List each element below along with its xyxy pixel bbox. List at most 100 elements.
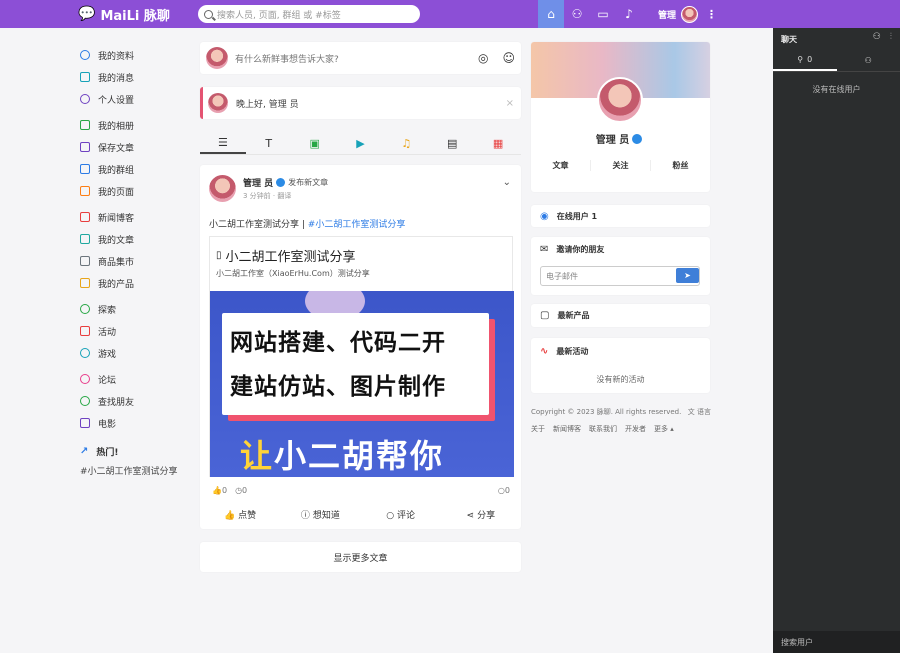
sidebar-item-forum[interactable]: 论坛 bbox=[80, 368, 190, 390]
music-icon: ♫ bbox=[401, 137, 412, 150]
sidebar-item-settings[interactable]: 个人设置 bbox=[80, 88, 190, 110]
avatar[interactable] bbox=[209, 175, 236, 202]
tab-contacts[interactable]: ⚇ bbox=[837, 50, 900, 71]
post-composer[interactable]: 有什么新鲜事想告诉大家? ◎ ☺ bbox=[200, 42, 521, 74]
sidebar-item-articles[interactable]: 我的文章 bbox=[80, 228, 190, 250]
send-icon[interactable]: ➤ bbox=[676, 268, 699, 283]
film-icon bbox=[80, 418, 90, 428]
tab-online-users[interactable]: ⚲ 0 bbox=[773, 50, 837, 71]
sidebar-item-movies[interactable]: 电影 bbox=[80, 412, 190, 434]
tab-text[interactable]: T bbox=[246, 133, 292, 154]
avatar[interactable] bbox=[597, 77, 643, 123]
user-icon: ⚲ bbox=[797, 55, 804, 64]
language-button[interactable]: 文 语言 bbox=[688, 407, 711, 417]
sidebar-item-albums[interactable]: 我的相册 bbox=[80, 114, 190, 136]
sidebar-item-label: 保存文章 bbox=[98, 143, 135, 154]
footer-link-more[interactable]: 更多 ▴ bbox=[654, 424, 674, 434]
post-author[interactable]: 管理 员 bbox=[243, 176, 273, 189]
latest-products-label: 最新产品 bbox=[557, 311, 590, 320]
tab-music[interactable]: ♫ bbox=[383, 133, 429, 154]
more-vertical-icon[interactable]: ⋮ bbox=[706, 8, 717, 21]
top-nav: ⌂ ⚇ ▭ ♪ bbox=[538, 0, 642, 28]
hot-tag[interactable]: #小二胡工作室测试分享 bbox=[80, 464, 190, 477]
tab-photos[interactable]: ▣ bbox=[292, 133, 338, 154]
sticker-icon[interactable]: ☺ bbox=[502, 51, 515, 65]
sidebar-item-find-friends[interactable]: 查找朋友 bbox=[80, 390, 190, 412]
chat-tabs: ⚲ 0 ⚇ bbox=[773, 50, 900, 72]
bell-icon[interactable]: ♪ bbox=[616, 0, 642, 28]
online-users-widget[interactable]: ◉ 在线用户 1 bbox=[531, 205, 710, 227]
user-name: 管理 bbox=[658, 10, 677, 21]
footer-link-contact[interactable]: 联系我们 bbox=[589, 424, 617, 434]
post-action: 发布新文章 bbox=[288, 178, 329, 187]
composer-placeholder[interactable]: 有什么新鲜事想告诉大家? bbox=[235, 52, 478, 65]
sliders-icon[interactable]: ⫶ bbox=[890, 32, 892, 42]
home-icon[interactable]: ⌂ bbox=[538, 0, 564, 28]
footer-link-blog[interactable]: 新闻博客 bbox=[553, 424, 581, 434]
greeting-text: 晚上好, 管理 员 bbox=[236, 99, 299, 110]
footer-link-about[interactable]: 关于 bbox=[531, 424, 545, 434]
no-activities-text: 没有新的活动 bbox=[596, 375, 645, 384]
tab-videos[interactable]: ▶ bbox=[338, 133, 384, 154]
post-text: 小二胡工作室测试分享 | #小二胡工作室测试分享 bbox=[209, 217, 405, 230]
bag-icon: ▢ bbox=[540, 310, 550, 321]
sidebar-item-products[interactable]: 我的产品 bbox=[80, 272, 190, 294]
show-more-posts-button[interactable]: 显示更多文章 bbox=[200, 542, 521, 572]
image-icon bbox=[80, 120, 90, 130]
chat-panel: 聊天 ⚇ ⫶ ⚲ 0 ⚇ 没有在线用户 搜索用户 bbox=[773, 28, 900, 653]
post-stats: 👍 0 ◷ 0 ○ 0 bbox=[212, 486, 510, 495]
close-icon[interactable]: × bbox=[506, 98, 514, 109]
hot-section: ↗ 热门! #小二胡工作室测试分享 bbox=[80, 444, 190, 478]
user-plus-icon[interactable]: ⚇ bbox=[564, 0, 590, 28]
sidebar-item-saved[interactable]: 保存文章 bbox=[80, 136, 190, 158]
profile-stat-posts[interactable]: 文章 bbox=[531, 160, 591, 171]
post-hashtag[interactable]: #小二胡工作室测试分享 bbox=[308, 220, 406, 230]
sidebar-item-label: 我的资料 bbox=[98, 51, 135, 62]
sidebar-item-groups[interactable]: 我的群组 bbox=[80, 158, 190, 180]
chat-title: 聊天 bbox=[781, 35, 797, 44]
store-icon bbox=[80, 256, 90, 266]
sidebar-item-pages[interactable]: 我的页面 bbox=[80, 180, 190, 202]
profile-stat-followers[interactable]: 粉丝 bbox=[651, 160, 710, 171]
sidebar-item-label: 游戏 bbox=[98, 349, 117, 360]
camera-icon[interactable]: ◎ bbox=[478, 51, 488, 65]
footer-link-developers[interactable]: 开发者 bbox=[625, 424, 646, 434]
sidebar-item-events[interactable]: 活动 bbox=[80, 320, 190, 342]
book-icon bbox=[80, 212, 90, 222]
user-menu[interactable]: 管理 ⋮ bbox=[658, 4, 717, 24]
text-icon: T bbox=[265, 137, 273, 150]
sidebar-item-explore[interactable]: 探索 bbox=[80, 298, 190, 320]
sidebar-item-label: 探索 bbox=[98, 305, 117, 316]
bag-icon bbox=[80, 278, 90, 288]
sidebar-item-blogs[interactable]: 新闻博客 bbox=[80, 206, 190, 228]
profile-name[interactable]: 管理 员 bbox=[596, 131, 629, 146]
post-actions: 👍 点赞 ⓘ 想知道 ○ 评论 ⋖ 分享 bbox=[200, 508, 521, 521]
sidebar-item-profile[interactable]: 我的资料 bbox=[80, 44, 190, 66]
search-input[interactable]: 搜索人员, 页面, 群组 或 #标签 bbox=[198, 5, 420, 23]
tab-all[interactable]: ☰ bbox=[200, 133, 246, 154]
user-plus-icon[interactable]: ⚇ bbox=[873, 32, 881, 42]
latest-products-widget[interactable]: ▢ 最新产品 bbox=[531, 304, 710, 327]
profile-card: 管理 员 文章 关注 粉丝 bbox=[531, 42, 710, 192]
wonder-button[interactable]: ⓘ 想知道 bbox=[280, 508, 360, 521]
logo[interactable]: 💬 MaiLi 脉聊 bbox=[78, 5, 170, 24]
sidebar-item-games[interactable]: 游戏 bbox=[80, 342, 190, 364]
avatar[interactable] bbox=[681, 5, 699, 23]
footer-copyright: Copyright © 2023 脉聊. All rights reserved… bbox=[531, 407, 711, 417]
chat-icon[interactable]: ▭ bbox=[590, 0, 616, 28]
chat-search-input[interactable]: 搜索用户 bbox=[773, 631, 900, 653]
link-preview[interactable]: ▯ 小二胡工作室测试分享 小二胡工作室（XiaoErHu.Com）测试分享 网站搭… bbox=[209, 236, 514, 477]
list-icon: ☰ bbox=[217, 136, 228, 149]
sidebar-item-market[interactable]: 商品集市 bbox=[80, 250, 190, 272]
profile-stat-following[interactable]: 关注 bbox=[591, 160, 651, 171]
tab-files[interactable]: ▤ bbox=[429, 133, 475, 154]
search-placeholder: 搜索人员, 页面, 群组 或 #标签 bbox=[217, 10, 341, 21]
users-icon: ⚇ bbox=[864, 56, 872, 65]
chevron-down-icon[interactable]: ⌄ bbox=[503, 177, 511, 188]
like-button[interactable]: 👍 点赞 bbox=[200, 508, 280, 521]
comment-button[interactable]: ○ 评论 bbox=[361, 508, 441, 521]
share-button[interactable]: ⋖ 分享 bbox=[441, 508, 521, 521]
sidebar-item-messages[interactable]: 我的消息 bbox=[80, 66, 190, 88]
tab-maps[interactable]: ▦ bbox=[475, 133, 521, 154]
gear-icon bbox=[80, 94, 90, 104]
